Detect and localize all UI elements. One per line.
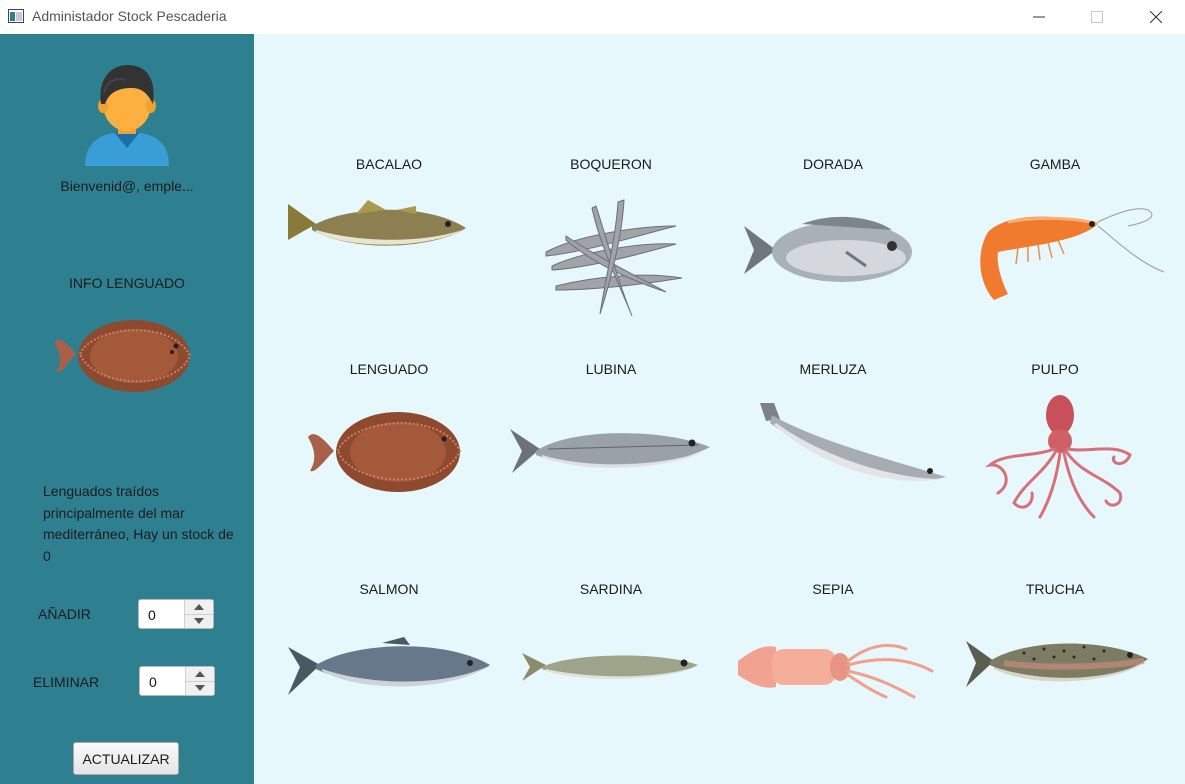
merluza-image: [760, 403, 946, 481]
arrow-up-icon: [194, 604, 204, 610]
product-name: DORADA: [803, 156, 863, 172]
close-button[interactable]: [1127, 0, 1185, 34]
sidebar: Bienvenid@, emple... INFO LENGUADO Lengu…: [0, 34, 254, 784]
product-name: BOQUERON: [570, 156, 652, 172]
product-card-salmon[interactable]: SALMON: [278, 581, 500, 751]
product-card-sardina[interactable]: SARDINA: [500, 581, 722, 751]
product-card-lenguado[interactable]: LENGUADO: [278, 361, 500, 531]
maximize-button[interactable]: [1068, 0, 1126, 34]
product-card-lubina[interactable]: LUBINA: [500, 361, 722, 531]
product-card-gamba[interactable]: GAMBA: [944, 156, 1166, 326]
delete-decrement-button[interactable]: [186, 681, 214, 695]
app-icon: [8, 9, 24, 23]
delete-quantity-value[interactable]: 0: [149, 674, 157, 690]
minimize-button[interactable]: [1010, 0, 1068, 34]
product-name: SALMON: [359, 581, 419, 597]
arrow-down-icon: [195, 685, 205, 691]
add-label: AÑADIR: [38, 606, 91, 622]
product-name: SARDINA: [579, 581, 643, 597]
product-name: LENGUADO: [349, 361, 429, 377]
add-quantity-value[interactable]: 0: [148, 607, 156, 623]
product-name: PULPO: [1031, 361, 1079, 377]
product-card-dorada[interactable]: DORADA: [722, 156, 944, 326]
lenguado-image: [308, 412, 462, 492]
arrow-down-icon: [194, 618, 204, 624]
info-title: INFO LENGUADO: [69, 275, 185, 291]
product-name: TRUCHA: [1025, 581, 1085, 597]
lubina-image: [510, 429, 710, 473]
update-button[interactable]: ACTUALIZAR: [73, 742, 179, 775]
delete-spinner-buttons: [185, 667, 214, 695]
close-icon: [1150, 11, 1162, 23]
product-name: GAMBA: [1029, 156, 1081, 172]
dorada-image: [744, 216, 912, 282]
maximize-icon: [1091, 11, 1103, 23]
salmon-image: [288, 637, 490, 695]
title-bar: Administador Stock Pescaderia: [0, 0, 1185, 34]
welcome-text: Bienvenid@, emple...: [60, 178, 194, 194]
bacalao-image: [288, 200, 466, 246]
product-card-sepia[interactable]: SEPIA: [722, 581, 944, 751]
product-grid: BACALAO BOQUERON DORADA GAMBA LENGUADO L…: [254, 34, 1185, 784]
add-quantity-spinner[interactable]: 0: [138, 599, 214, 629]
window-title: Administador Stock Pescaderia: [32, 8, 227, 24]
sardina-image: [522, 653, 698, 681]
product-name: LUBINA: [585, 361, 637, 377]
add-decrement-button[interactable]: [185, 614, 213, 628]
delete-quantity-spinner[interactable]: 0: [139, 666, 215, 696]
pulpo-image: [985, 395, 1132, 519]
product-name: MERLUZA: [799, 361, 867, 377]
product-card-trucha[interactable]: TRUCHA: [944, 581, 1166, 751]
gamba-image: [980, 208, 1165, 300]
delete-label: ELIMINAR: [33, 674, 100, 690]
product-name: SEPIA: [812, 581, 854, 597]
product-card-bacalao[interactable]: BACALAO: [278, 156, 500, 326]
user-avatar-icon: [85, 64, 169, 166]
add-increment-button[interactable]: [185, 600, 213, 615]
product-card-merluza[interactable]: MERLUZA: [722, 361, 946, 531]
boqueron-image: [545, 199, 683, 317]
arrow-up-icon: [195, 671, 205, 677]
delete-increment-button[interactable]: [186, 667, 214, 682]
product-description: Lenguados traídos principalmente del mar…: [43, 483, 234, 564]
add-spinner-buttons: [184, 600, 213, 628]
sepia-image: [738, 643, 934, 699]
product-name: BACALAO: [355, 156, 423, 172]
product-card-boqueron[interactable]: BOQUERON: [500, 156, 722, 326]
product-card-pulpo[interactable]: PULPO: [944, 361, 1166, 531]
trucha-image: [966, 641, 1148, 687]
lenguado-info-image: [54, 320, 192, 392]
minimize-icon: [1033, 16, 1045, 18]
